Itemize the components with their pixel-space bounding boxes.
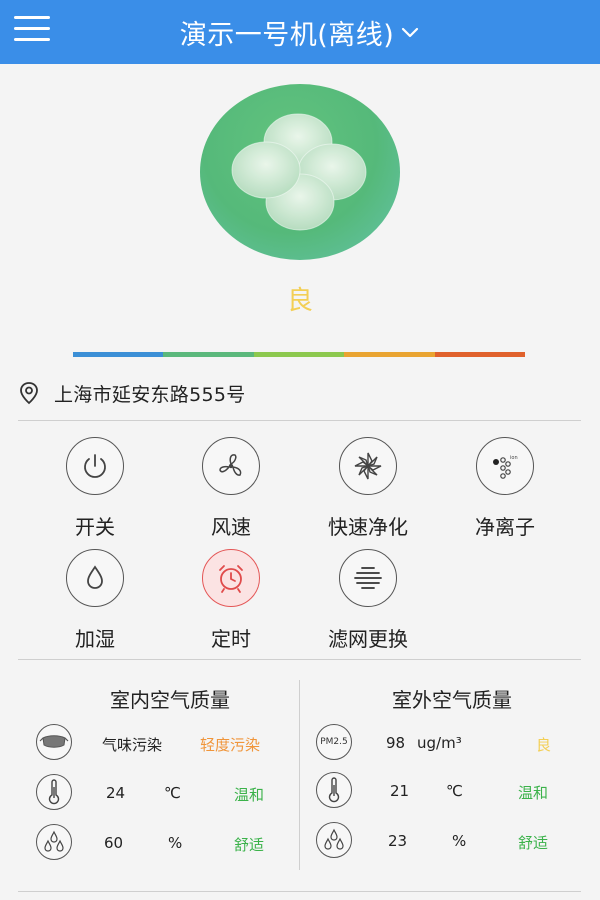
filter-replace-label: 滤网更换 [328,627,408,651]
ion-label: 净离子 [475,515,535,539]
indoor-row-odor: 气味污染 轻度污染 [36,722,296,762]
aqi-segment-3 [253,352,345,357]
outdoor-temp-value: 21 [390,782,410,800]
filter-icon [354,567,382,589]
aqi-segment-1 [73,352,164,357]
power-button[interactable]: 开关 [35,437,155,540]
fan-blades-icon [231,113,367,231]
outdoor-temp-unit: ℃ [446,782,463,800]
indoor-humidity-tag: 舒适 [234,836,265,854]
fan-icon [219,454,242,476]
pm25-icon: PM2.5 [316,724,352,760]
humidify-label: 加湿 [75,627,115,651]
outdoor-row-pm25: PM2.5 98 ug/m³ 良 [316,722,580,762]
fast-purify-icon [354,452,382,480]
ion-icon: ion [493,455,518,479]
outdoor-row-humidity: 23 % 舒适 [316,820,580,860]
fast-purify-label: 快速净化 [328,515,408,539]
indoor-temp-unit: ℃ [164,784,181,802]
thermometer-icon [316,772,352,808]
svg-text:ion: ion [510,455,518,461]
fast-purify-button[interactable]: 快速净化 [308,437,428,540]
panel-divider [299,680,300,870]
power-label: 开关 [75,515,115,539]
timer-label: 定时 [211,627,251,651]
indoor-row-temperature: 24 ℃ 温和 [36,772,296,812]
device-selector[interactable]: 演示一号机(离线) [180,13,421,52]
humidity-icon [36,824,72,860]
humidity-icon [316,822,352,858]
aqi-segment-5 [434,352,526,357]
divider [18,891,581,892]
mask-icon [36,724,72,760]
outdoor-temp-tag: 温和 [518,784,549,802]
outdoor-row-temperature: 21 ℃ 温和 [316,770,580,810]
power-icon [84,454,106,478]
indoor-row-humidity: 60 % 舒适 [36,822,296,862]
location-pin-icon [20,382,38,405]
app-header: 演示一号机(离线) [0,0,600,64]
outdoor-pm25-value: 98 [386,734,406,752]
outdoor-humidity-value: 23 [388,832,408,850]
indoor-humidity-unit: % [168,834,183,852]
filter-replace-button[interactable]: 滤网更换 [308,549,428,652]
outdoor-pm25-tag: 良 [536,736,552,754]
indoor-temp-tag: 温和 [234,786,265,804]
indoor-odor-tag: 轻度污染 [200,736,261,754]
divider [18,659,581,660]
aqi-segment-2 [163,352,254,357]
thermometer-icon [36,774,72,810]
ion-button[interactable]: ion 净离子 [445,437,565,540]
outdoor-title: 室外空气质量 [392,688,512,712]
indoor-temp-value: 24 [106,784,126,802]
humidify-button[interactable]: 加湿 [35,549,155,652]
indoor-humidity-value: 60 [104,834,124,852]
purifier-status-circle [200,84,400,260]
drop-icon [87,565,103,589]
timer-button[interactable]: 定时 [171,549,291,652]
outdoor-humidity-tag: 舒适 [518,834,549,852]
outdoor-pm25-unit: ug/m³ [417,734,462,752]
air-quality-status: 良 [286,286,313,316]
outdoor-humidity-unit: % [452,832,467,850]
chevron-down-icon [402,27,419,38]
divider [18,420,581,421]
indoor-odor-value: 气味污染 [102,736,163,754]
device-title: 演示一号机(离线) [179,19,395,51]
aqi-color-bar [73,352,526,357]
location-address: 上海市延安东路555号 [54,383,246,406]
menu-icon[interactable] [14,16,50,44]
location-row: 上海市延安东路555号 [18,378,246,408]
alarm-clock-icon [219,565,243,593]
indoor-title: 室内空气质量 [110,688,230,712]
fan-speed-label: 风速 [211,515,251,539]
fan-speed-button[interactable]: 风速 [171,437,291,540]
aqi-segment-4 [344,352,435,357]
pm25-icon-text: PM2.5 [320,737,348,747]
